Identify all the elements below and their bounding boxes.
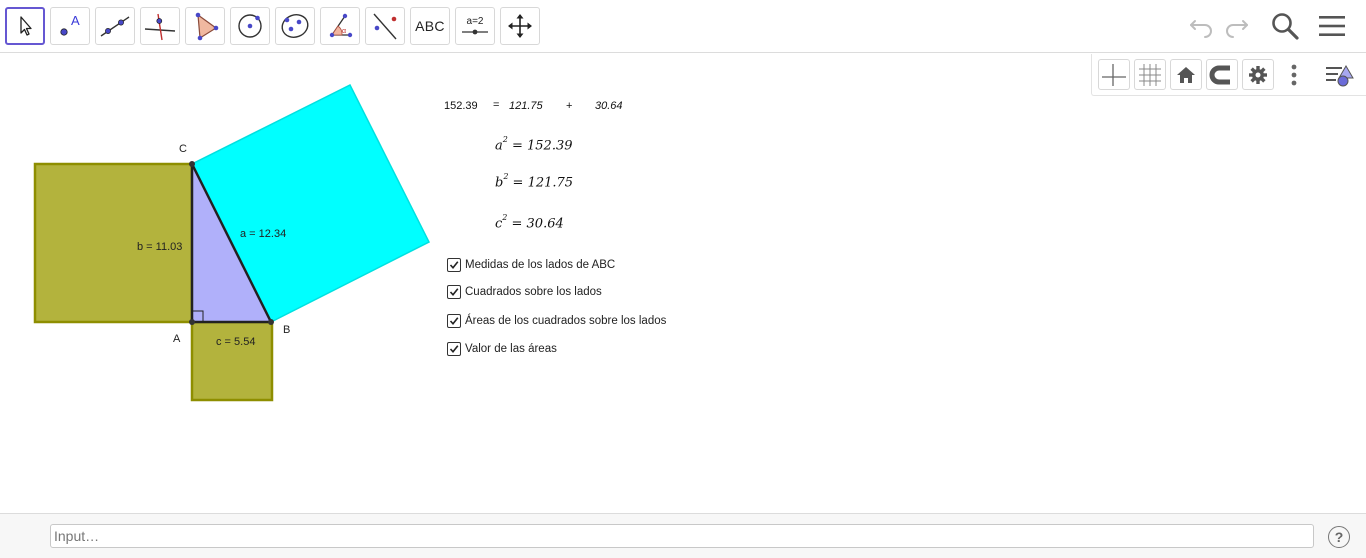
point-c-label: C [179, 143, 187, 155]
checkbox-checked-icon[interactable] [447, 342, 461, 356]
side-c-label: c = 5.54 [216, 336, 255, 348]
reflect-icon [373, 13, 397, 40]
point-capturing-button[interactable] [1206, 59, 1238, 90]
graphics-settings-button[interactable] [1242, 59, 1274, 90]
text-tool-label: ABC [415, 18, 445, 34]
point-tool[interactable]: A [50, 7, 90, 45]
ellipse-icon [281, 14, 309, 38]
slider-tool-label: a=2 [467, 16, 484, 27]
move-tool[interactable] [5, 7, 45, 45]
undo-button[interactable] [1184, 10, 1218, 42]
main-menu-button[interactable] [1315, 10, 1349, 42]
checkbox-label: Medidas de los lados de ABC [465, 259, 616, 271]
move-arrows-icon [508, 14, 532, 38]
point-c[interactable] [189, 161, 195, 167]
equation-b-squared: b2 = 121.75 [495, 172, 574, 191]
magnet-icon [1209, 65, 1230, 84]
search-icon [1272, 13, 1299, 40]
move-graphics-view-tool[interactable] [500, 7, 540, 45]
graphics-view[interactable]: A B C a = 12.34 b = 11.03 c = 5.54 152.3… [0, 54, 1366, 513]
text-tool[interactable]: ABC [410, 7, 450, 45]
equation-a-squared: a2 = 152.39 [495, 135, 573, 154]
point-a-label: A [173, 333, 181, 345]
line-tool[interactable] [95, 7, 135, 45]
perpendicular-icon [144, 13, 176, 41]
algebra-input[interactable] [50, 524, 1314, 548]
equation-c-squared: c2 = 30.64 [495, 213, 564, 232]
arrow-cursor-icon [20, 16, 32, 36]
checkbox-checked-icon[interactable] [447, 285, 461, 299]
home-icon [1177, 66, 1195, 83]
axes-icon [1102, 63, 1126, 86]
checkbox-label: Áreas de los cuadrados sobre los lados [465, 315, 667, 327]
angle-icon: α [329, 13, 353, 38]
more-vertical-icon [1291, 64, 1297, 85]
slider-tool[interactable]: a=2 [455, 7, 495, 45]
circle-icon [238, 14, 262, 38]
sum-term-1: 121.75 [509, 100, 543, 112]
toolbar: A α ABC a=2 [0, 0, 1366, 53]
sum-plus: + [566, 100, 573, 112]
gear-icon [1249, 65, 1267, 84]
reflect-tool[interactable] [365, 7, 405, 45]
checkbox-checked-icon[interactable] [447, 314, 461, 328]
perpendicular-line-tool[interactable] [140, 7, 180, 45]
svg-text:α: α [342, 28, 346, 35]
construction-canvas[interactable]: A B C a = 12.34 b = 11.03 c = 5.54 [0, 54, 1366, 513]
ellipse-tool[interactable] [275, 7, 315, 45]
input-bar: ? [0, 513, 1366, 558]
checkbox-checked-icon[interactable] [447, 258, 461, 272]
toggle-axes-button[interactable] [1098, 59, 1130, 90]
side-b-label: b = 11.03 [137, 241, 182, 253]
sum-total: 152.39 [444, 100, 478, 112]
grid-icon [1139, 63, 1161, 86]
more-options-button[interactable] [1278, 59, 1310, 90]
line-icon [100, 16, 130, 37]
toggle-grid-button[interactable] [1134, 59, 1166, 90]
slider-icon: a=2 [462, 16, 488, 35]
side-a-label: a = 12.34 [240, 228, 286, 240]
sum-equals: = [493, 99, 500, 111]
checkbox-label: Cuadrados sobre los lados [465, 286, 602, 298]
point-b-label: B [283, 324, 290, 336]
circle-tool[interactable] [230, 7, 270, 45]
undo-icon [1190, 20, 1212, 38]
help-icon[interactable]: ? [1328, 526, 1350, 548]
point-icon: A [60, 13, 80, 36]
graphics-style-bar [1091, 54, 1366, 96]
point-b[interactable] [268, 319, 274, 325]
polygon-tool[interactable] [185, 7, 225, 45]
polygon-icon [195, 12, 219, 41]
redo-button[interactable] [1220, 10, 1254, 42]
checkbox-square-areas[interactable]: Áreas de los cuadrados sobre los lados [447, 313, 666, 329]
checkbox-label: Valor de las áreas [465, 343, 557, 355]
angle-tool[interactable]: α [320, 7, 360, 45]
standard-view-button[interactable] [1170, 59, 1202, 90]
point-a[interactable] [189, 319, 195, 325]
style-bar-toggle-button[interactable] [1324, 59, 1356, 90]
sum-term-2: 30.64 [595, 100, 623, 112]
redo-icon [1226, 20, 1248, 38]
checkbox-squares-on-sides[interactable]: Cuadrados sobre los lados [447, 284, 602, 300]
square-on-side-c[interactable] [190, 320, 274, 402]
checkbox-area-values[interactable]: Valor de las áreas [447, 341, 557, 357]
svg-text:A: A [71, 13, 80, 28]
search-button[interactable] [1268, 10, 1302, 42]
style-bar-toggle-icon [1326, 64, 1354, 86]
checkbox-side-measures[interactable]: Medidas de los lados de ABC [447, 257, 615, 273]
menu-icon [1319, 16, 1345, 36]
